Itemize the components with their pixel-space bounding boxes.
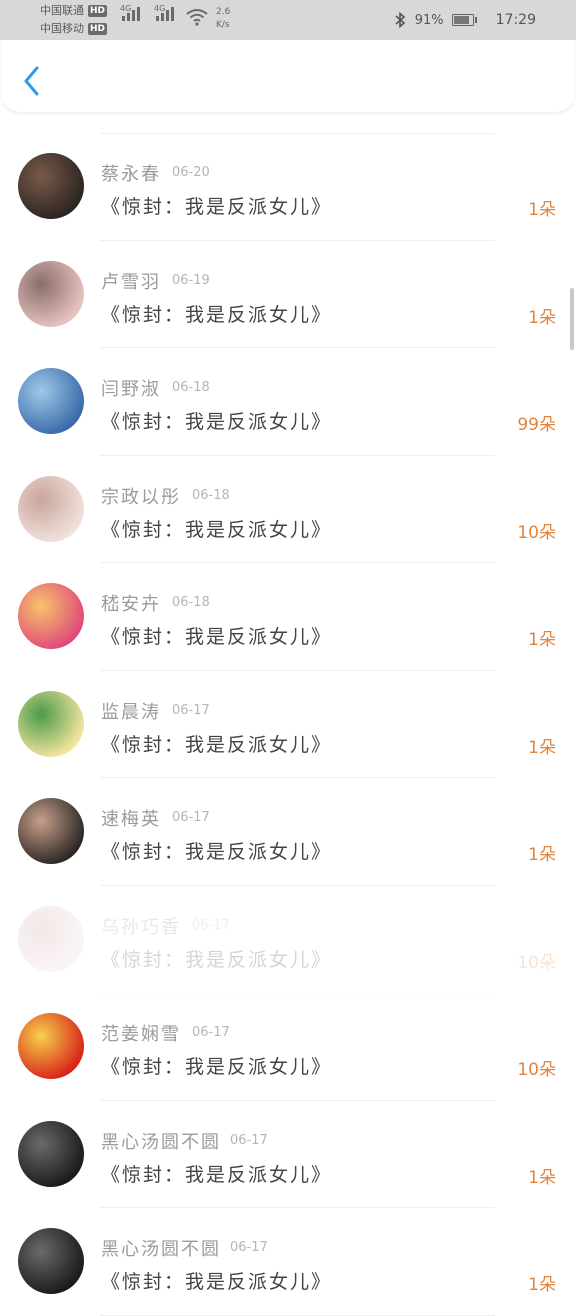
- book-title: 《惊封：我是反派女儿》: [101, 196, 333, 218]
- flower-count: 1朵: [528, 845, 556, 865]
- list-item[interactable]: 宗政以彤 06-18 《惊封：我是反派女儿》 10朵: [0, 456, 576, 563]
- record-date: 06-18: [172, 595, 210, 610]
- user-name: 宗政以彤: [101, 486, 181, 508]
- user-name: 黑心汤圆不圆: [101, 1239, 221, 1260]
- speed-value: 2.6: [216, 7, 231, 17]
- book-title: 《惊封：我是反派女儿》: [101, 411, 333, 433]
- signal-2-icon: 4G: [154, 4, 174, 21]
- list-item[interactable]: 嵇安卉 06-18 《惊封：我是反派女儿》 1朵: [0, 563, 576, 671]
- row-divider: [100, 1314, 495, 1316]
- list-item[interactable]: 范姜娴雪 06-17 《惊封：我是反派女儿》 10朵: [0, 993, 576, 1101]
- book-title: 《惊封：我是反派女儿》: [101, 1271, 333, 1293]
- flower-count: 99朵: [517, 415, 556, 435]
- avatar[interactable]: [18, 583, 84, 649]
- clock: 17:29: [495, 12, 536, 28]
- back-button[interactable]: [22, 66, 48, 96]
- avatar[interactable]: [18, 1120, 84, 1187]
- carrier-2-label: 中国移动: [40, 22, 84, 35]
- battery-fill: [453, 16, 470, 24]
- book-title: 《惊封：我是反派女儿》: [101, 733, 333, 756]
- record-date: 06-18: [192, 487, 230, 503]
- avatar[interactable]: [18, 1013, 84, 1079]
- avatar[interactable]: [18, 260, 84, 327]
- list-item[interactable]: 卢雪羽 06-19 《惊封：我是反派女儿》 1朵: [0, 241, 576, 348]
- user-name: 嵇安卉: [101, 594, 161, 615]
- book-title: 《惊封：我是反派女儿》: [101, 948, 333, 971]
- network-2-label: 4G: [154, 4, 166, 13]
- record-date: 06-17: [192, 917, 230, 933]
- hd-badge-2: HD: [88, 23, 108, 35]
- signal-1-icon: 4G: [120, 4, 140, 21]
- avatar[interactable]: [18, 475, 84, 542]
- hd-badge-1: HD: [88, 5, 108, 17]
- status-bar: 中国联通 HD 中国移动 HD 4G 4G 2.6 K/s 91% 17:29: [0, 0, 576, 40]
- avatar[interactable]: [18, 905, 84, 972]
- gift-record-list: 蔡永春 06-20 《惊封：我是反派女儿》 1朵 卢雪羽 06-19 《惊封：我…: [0, 133, 576, 1316]
- book-title: 《惊封：我是反派女儿》: [101, 1056, 333, 1078]
- flower-count: 10朵: [517, 522, 556, 543]
- user-name: 黑心汤圆不圆: [101, 1131, 221, 1153]
- list-item[interactable]: 速梅英 06-17 《惊封：我是反派女儿》 1朵: [0, 778, 576, 886]
- record-date: 06-20: [172, 165, 210, 180]
- avatar[interactable]: [18, 368, 84, 434]
- battery-percent: 91%: [414, 12, 444, 28]
- flower-count: 1朵: [528, 737, 556, 758]
- chevron-left-icon: [24, 66, 39, 96]
- book-title: 《惊封：我是反派女儿》: [101, 1163, 333, 1186]
- flower-count: 1朵: [528, 200, 556, 220]
- record-date: 06-17: [192, 1025, 230, 1040]
- user-name: 范姜娴雪: [101, 1024, 181, 1045]
- record-date: 06-19: [172, 272, 210, 288]
- wifi-icon: [186, 9, 208, 26]
- flower-count: 10朵: [517, 952, 556, 973]
- book-title: 《惊封：我是反派女儿》: [101, 303, 333, 326]
- book-title: 《惊封：我是反派女儿》: [101, 518, 333, 541]
- record-date: 06-17: [230, 1132, 268, 1148]
- avatar[interactable]: [18, 1228, 84, 1294]
- avatar[interactable]: [18, 153, 84, 219]
- flower-count: 1朵: [528, 1167, 556, 1188]
- bluetooth-icon: [395, 11, 405, 29]
- list-item[interactable]: 监晨涛 06-17 《惊封：我是反派女儿》 1朵: [0, 671, 576, 778]
- user-name: 闫野淑: [101, 379, 161, 400]
- user-name: 卢雪羽: [101, 271, 161, 293]
- record-date: 06-17: [172, 702, 210, 718]
- network-speed: 2.6 K/s: [216, 6, 230, 32]
- user-name: 监晨涛: [101, 701, 161, 723]
- list-item[interactable]: 蔡永春 06-20 《惊封：我是反派女儿》 1朵: [0, 133, 576, 241]
- list-item[interactable]: 乌孙巧香 06-17 《惊封：我是反派女儿》 10朵: [0, 886, 576, 993]
- user-name: 乌孙巧香: [101, 916, 181, 938]
- flower-count: 10朵: [517, 1060, 556, 1080]
- carrier-info: 中国联通 HD 中国移动 HD: [40, 2, 108, 38]
- flower-count: 1朵: [528, 1275, 556, 1295]
- battery-icon: [451, 14, 477, 26]
- list-item[interactable]: 黑心汤圆不圆 06-17 《惊封：我是反派女儿》 1朵: [0, 1208, 576, 1316]
- list-item[interactable]: 闫野淑 06-18 《惊封：我是反派女儿》 99朵: [0, 348, 576, 456]
- user-name: 蔡永春: [101, 164, 161, 185]
- book-title: 《惊封：我是反派女儿》: [101, 841, 333, 863]
- top-navigation-bar: [2, 40, 574, 112]
- avatar[interactable]: [18, 798, 84, 864]
- scrollbar[interactable]: [570, 288, 574, 350]
- record-date: 06-17: [230, 1240, 268, 1255]
- user-name: 速梅英: [101, 809, 161, 830]
- record-date: 06-18: [172, 380, 210, 395]
- speed-unit: K/s: [216, 20, 230, 30]
- network-1-label: 4G: [120, 4, 132, 13]
- book-title: 《惊封：我是反派女儿》: [101, 626, 333, 648]
- list-item[interactable]: 黑心汤圆不圆 06-17 《惊封：我是反派女儿》 1朵: [0, 1101, 576, 1208]
- flower-count: 1朵: [528, 307, 556, 328]
- carrier-1-label: 中国联通: [40, 4, 84, 17]
- record-date: 06-17: [172, 810, 210, 825]
- flower-count: 1朵: [528, 630, 556, 650]
- avatar[interactable]: [18, 690, 84, 757]
